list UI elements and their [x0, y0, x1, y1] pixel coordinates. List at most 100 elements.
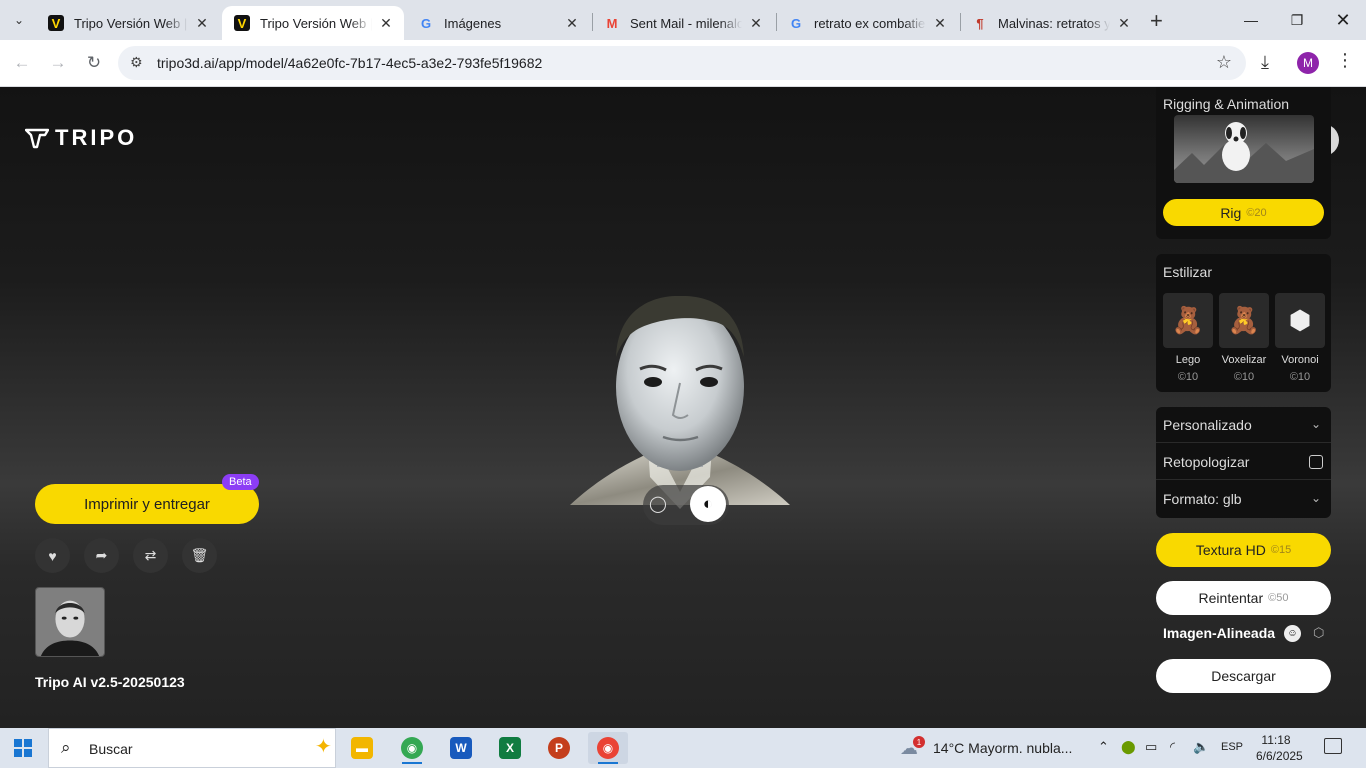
browser-toolbar: ← → ↻ ⚙ tripo3d.ai/app/model/4a62e0fc-7b…	[0, 40, 1366, 87]
weather-text[interactable]: 14°C Mayorm. nubla...	[933, 740, 1072, 756]
tab-5[interactable]: G retrato ex combatient ✕	[776, 6, 958, 40]
shield-icon[interactable]: ⬤	[1121, 739, 1136, 755]
download-icon[interactable]: ⤓	[1261, 52, 1269, 73]
source-image-thumbnail[interactable]	[35, 587, 105, 657]
share-button[interactable]: ➦	[84, 538, 119, 573]
back-button[interactable]: ←	[10, 51, 34, 75]
menu-kebab-icon[interactable]: ⋮	[1336, 50, 1354, 71]
tripo-logo[interactable]: TRIPO	[25, 125, 137, 151]
model-eye-left	[644, 377, 662, 387]
url-text[interactable]: tripo3d.ai/app/model/4a62e0fc-7b17-4ec5-…	[157, 55, 542, 71]
close-icon[interactable]: ✕	[932, 15, 948, 32]
style-voxelize[interactable]: 🧸 Voxelizar ©10	[1219, 293, 1269, 383]
trash-icon: 🗑	[190, 547, 209, 563]
search-placeholder: Buscar	[89, 741, 133, 757]
forward-button[interactable]: →	[46, 51, 70, 75]
bookmark-star-icon[interactable]: ☆	[1216, 52, 1232, 73]
restore-icon: ❐	[1290, 11, 1304, 28]
face-icon[interactable]: ☺	[1284, 625, 1301, 642]
heart-icon: ♥	[48, 547, 57, 564]
close-icon[interactable]: ✕	[1116, 15, 1132, 32]
excel-app[interactable]: X	[490, 732, 530, 764]
close-icon[interactable]: ✕	[748, 15, 764, 32]
settings-card: Personalizado ⌄ Retopologizar Formato: g…	[1156, 407, 1331, 518]
minimize-button[interactable]: —	[1236, 6, 1266, 34]
clock[interactable]: 11:18 6/6/2025	[1256, 732, 1303, 764]
delete-button[interactable]: 🗑	[182, 538, 217, 573]
tab-title: retrato ex combatient	[814, 15, 926, 31]
retopology-checkbox[interactable]	[1309, 455, 1323, 469]
restore-button[interactable]: ❐	[1282, 6, 1312, 34]
rig-button[interactable]: Rig ©20	[1163, 199, 1324, 226]
minimize-icon: —	[1244, 12, 1258, 28]
windows-start-icon[interactable]	[14, 739, 32, 757]
notifications-icon[interactable]	[1324, 738, 1342, 754]
retopology-toggle[interactable]: Retopologizar	[1156, 444, 1331, 480]
texture-hd-label: Textura HD	[1195, 542, 1266, 558]
google-icon: G	[790, 15, 802, 31]
tab-6[interactable]: ¶ Malvinas: retratos y p ✕	[960, 6, 1142, 40]
cube-icon[interactable]: ⬡	[1313, 625, 1324, 641]
style-name: Voronoi	[1281, 354, 1319, 366]
texture-hd-cost: ©15	[1270, 544, 1292, 556]
new-tab-button[interactable]: +	[1150, 8, 1163, 34]
format-dropdown[interactable]: Formato: glb ⌄	[1156, 481, 1331, 517]
close-icon: ✕	[1335, 9, 1351, 30]
download-button[interactable]: Descargar	[1156, 659, 1331, 693]
tab-3[interactable]: G Imágenes ✕	[406, 6, 590, 40]
profile-avatar[interactable]: M	[1297, 52, 1319, 74]
file-explorer-app[interactable]: ▬	[342, 732, 382, 764]
custom-dropdown[interactable]: Personalizado ⌄	[1156, 407, 1331, 443]
chrome-icon: ◉	[597, 737, 619, 759]
taskbar-search[interactable]: ⌕ Buscar ✦	[48, 728, 336, 768]
language-indicator[interactable]: ESP	[1221, 741, 1243, 753]
battery-icon[interactable]: ▭	[1145, 739, 1157, 755]
share-icon: ➦	[95, 547, 108, 563]
reload-button[interactable]: ↻	[82, 51, 106, 75]
address-bar[interactable]: ⚙ tripo3d.ai/app/model/4a62e0fc-7b17-4ec…	[118, 46, 1246, 80]
volume-icon[interactable]: 🔈	[1193, 739, 1209, 755]
rig-cost: ©20	[1246, 206, 1267, 219]
chevron-down-icon: ⌄	[1310, 491, 1321, 505]
like-button[interactable]: ♥	[35, 538, 70, 573]
google-icon: G	[420, 15, 432, 31]
powerpoint-app[interactable]: P	[539, 732, 579, 764]
wifi-icon[interactable]: ◜	[1170, 739, 1175, 755]
style-voronoi[interactable]: ⬢ Voronoi ©10	[1275, 293, 1325, 383]
chrome-app[interactable]: ◉	[392, 732, 432, 764]
close-icon[interactable]: ✕	[194, 15, 210, 32]
texture-hd-button[interactable]: Textura HD ©15	[1156, 533, 1331, 567]
folder-icon: ▬	[351, 737, 373, 759]
close-icon[interactable]: ✕	[564, 15, 580, 32]
tab-1[interactable]: V Tripo Versión Web | D ✕	[36, 6, 220, 40]
print-and-deliver-button[interactable]: Imprimir y entregar	[35, 484, 259, 524]
retry-cost: ©50	[1268, 592, 1289, 604]
word-icon: W	[450, 737, 472, 759]
chrome-profile-app[interactable]: ◉	[588, 732, 628, 764]
style-cost: ©10	[1289, 371, 1311, 383]
close-window-button[interactable]: ✕	[1328, 6, 1358, 34]
view-mode-texture[interactable]: ◐	[690, 486, 726, 522]
word-app[interactable]: W	[441, 732, 481, 764]
swap-button[interactable]: ⇄	[133, 538, 168, 573]
format-label: Formato: glb	[1163, 491, 1242, 507]
bear-icon: 🧸	[1219, 293, 1269, 348]
tab-2-active[interactable]: V Tripo Versión Web | D ✕	[222, 6, 404, 40]
clock-time: 11:18	[1261, 733, 1291, 747]
tab-4[interactable]: M Sent Mail - milenalop ✕	[592, 6, 774, 40]
retry-button[interactable]: Reintentar ©50	[1156, 581, 1331, 615]
sphere-icon: ◐	[702, 494, 714, 513]
view-mode-geometry[interactable]: ◯	[643, 487, 673, 521]
excel-icon: X	[499, 737, 521, 759]
tab-title: Tripo Versión Web | D	[260, 15, 372, 31]
search-icon: ⌕	[61, 738, 71, 757]
voronoi-icon: ⬢	[1275, 293, 1325, 348]
tab-search-button[interactable]: ⌄	[6, 8, 32, 32]
close-icon[interactable]: ✕	[378, 15, 394, 32]
stylize-title: Estilizar	[1163, 264, 1213, 280]
chevron-up-icon[interactable]: ⌃	[1098, 739, 1109, 755]
tab-title: Tripo Versión Web | D	[74, 15, 188, 31]
swap-icon: ⇄	[144, 547, 157, 563]
site-settings-icon[interactable]: ⚙	[130, 54, 143, 71]
style-lego[interactable]: 🧸 Lego ©10	[1163, 293, 1213, 383]
